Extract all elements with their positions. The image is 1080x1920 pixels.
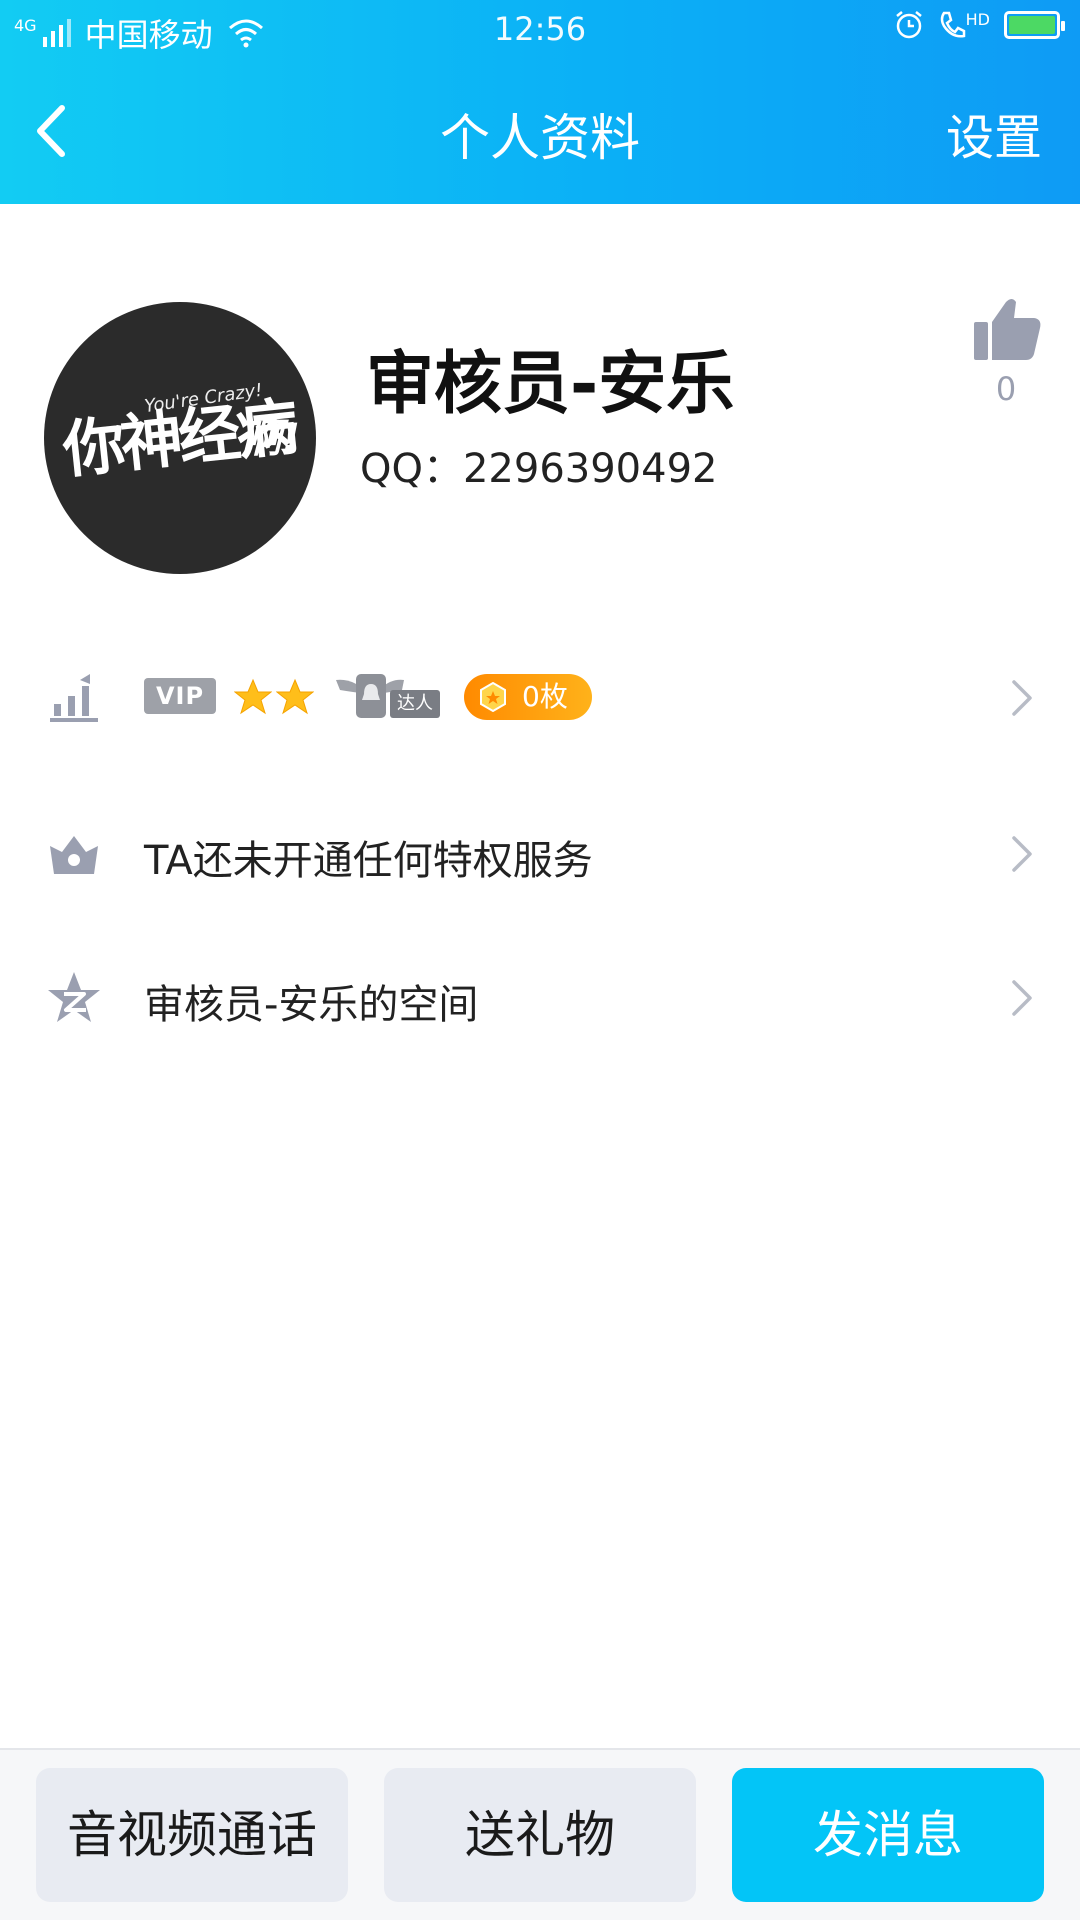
crown-icon — [50, 836, 98, 874]
vip-badge: VIP — [144, 678, 216, 714]
bottom-action-bar: 音视频通话 送礼物 发消息 — [0, 1748, 1080, 1920]
like-count: 0 — [995, 370, 1017, 408]
avatar-text-end: 啊! — [241, 416, 300, 462]
voice-video-call-button[interactable]: 音视频通话 — [36, 1768, 348, 1902]
qq-number: 2296390492 — [462, 446, 718, 492]
battery-icon — [1004, 11, 1065, 39]
qq-label: QQ： — [360, 446, 463, 492]
space-label: 审核员-安乐的空间 — [144, 982, 479, 1028]
page-title: 个人资料 — [440, 109, 640, 167]
send-message-button[interactable]: 发消息 — [732, 1768, 1044, 1902]
settings-button[interactable]: 设置 — [946, 98, 1042, 168]
status-bar: 4G 中国移动 12:56 HD — [0, 0, 1080, 60]
chevron-right-icon — [1012, 836, 1032, 872]
qzone-star-icon — [48, 972, 100, 1022]
status-right: HD — [894, 10, 1065, 40]
thumbs-up-icon — [974, 299, 1041, 360]
medal-icon — [480, 682, 506, 712]
nickname: 审核员-安乐 — [366, 345, 735, 424]
like-button[interactable] — [966, 292, 1046, 372]
level-chart-icon — [50, 674, 98, 722]
hd-call-indicator: HD — [938, 10, 990, 40]
alarm-icon — [895, 11, 922, 39]
medal-count-badge[interactable]: 0枚 — [464, 674, 592, 720]
chevron-right-icon — [1012, 680, 1032, 716]
header-bar: 4G 中国移动 12:56 HD 个人资料 设置 — [0, 0, 1080, 204]
send-gift-button[interactable]: 送礼物 — [384, 1768, 696, 1902]
battery-level — [1009, 16, 1055, 34]
privilege-label: TA还未开通任何特权服务 — [144, 838, 593, 884]
space-row[interactable]: 审核员-安乐的空间 — [0, 942, 1080, 1052]
phone-icon — [940, 11, 965, 38]
hd-label: HD — [965, 10, 990, 29]
star-icon — [276, 678, 314, 715]
chevron-right-icon — [1012, 980, 1032, 1016]
daren-label: 达人 — [390, 690, 440, 718]
qq-number-line: QQ：2296390492 — [360, 436, 717, 494]
privilege-row[interactable]: TA还未开通任何特权服务 — [0, 798, 1080, 908]
star-icon — [234, 678, 272, 715]
avatar[interactable]: You're Crazy! 你神经病 啊! — [44, 302, 316, 574]
medal-count: 0枚 — [522, 680, 568, 713]
